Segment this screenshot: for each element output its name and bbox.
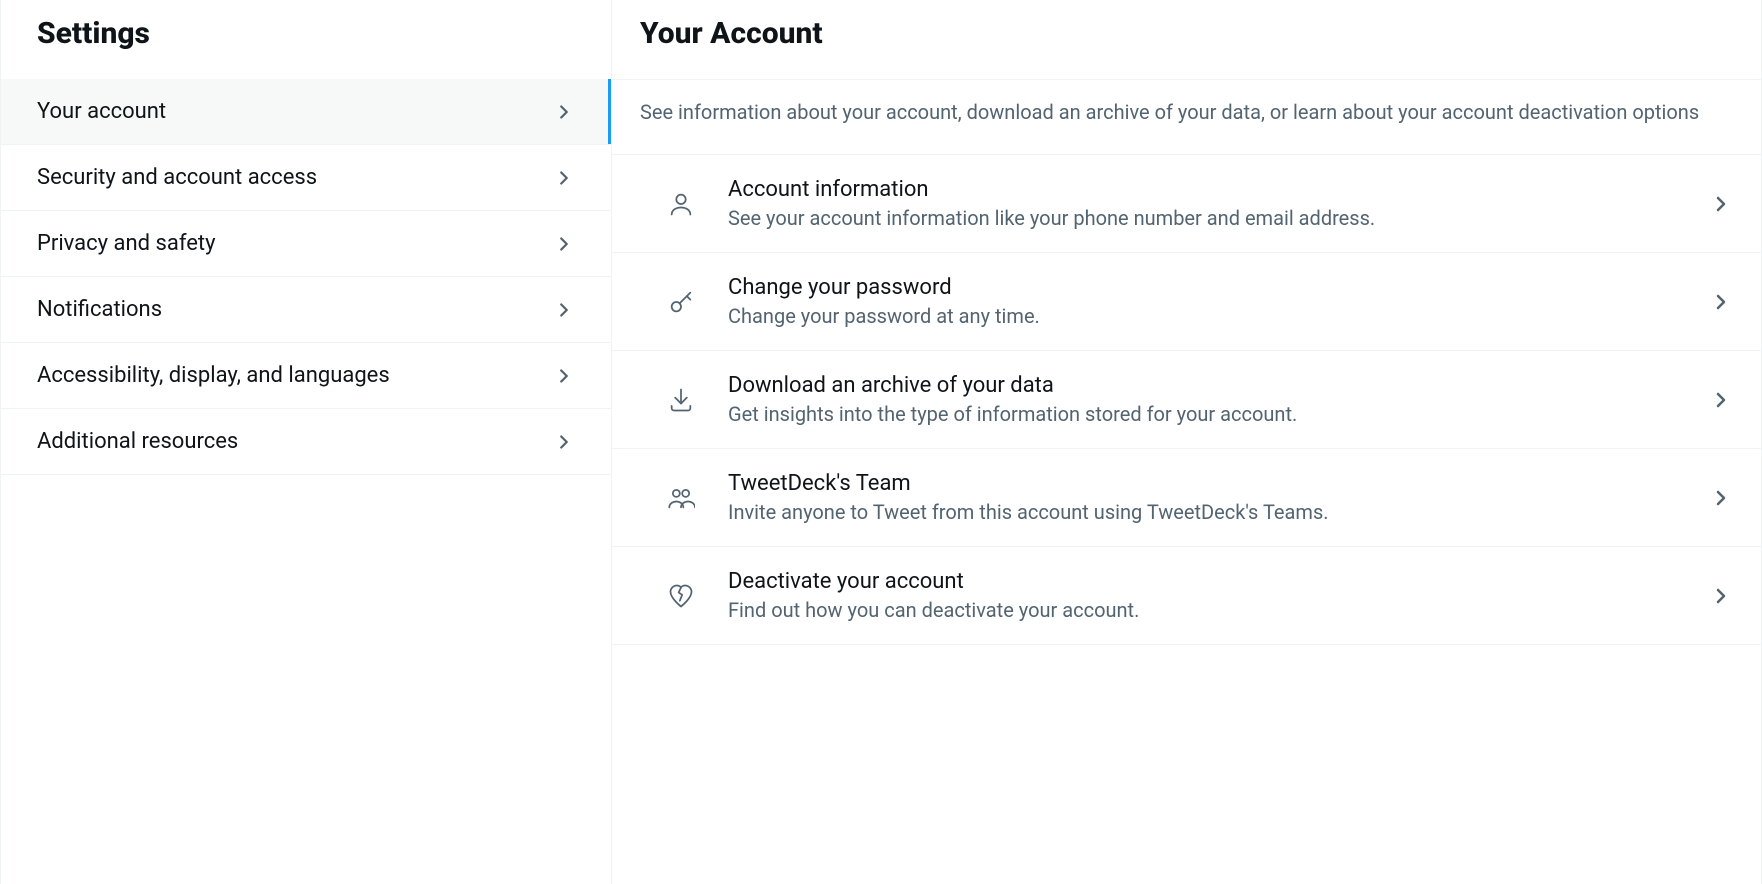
option-title: Account information xyxy=(728,177,1709,202)
option-subtitle: Invite anyone to Tweet from this account… xyxy=(728,500,1709,524)
main-header: Your Account xyxy=(612,0,1761,79)
option-content: Change your password Change your passwor… xyxy=(728,275,1709,328)
option-subtitle: Get insights into the type of informatio… xyxy=(728,402,1709,426)
chevron-right-icon xyxy=(553,299,575,321)
option-subtitle: See your account information like your p… xyxy=(728,206,1709,230)
main-description: See information about your account, down… xyxy=(612,79,1761,154)
option-subtitle: Find out how you can deactivate your acc… xyxy=(728,598,1709,622)
chevron-right-icon xyxy=(553,431,575,453)
chevron-right-icon xyxy=(553,233,575,255)
main-panel: Your Account See information about your … xyxy=(612,0,1762,884)
sidebar-item-privacy[interactable]: Privacy and safety xyxy=(1,211,611,277)
option-subtitle: Change your password at any time. xyxy=(728,304,1709,328)
option-title: Download an archive of your data xyxy=(728,373,1709,398)
chevron-right-icon xyxy=(1709,192,1733,216)
sidebar-item-label: Notifications xyxy=(37,297,162,322)
option-content: Deactivate your account Find out how you… xyxy=(728,569,1709,622)
chevron-right-icon xyxy=(1709,584,1733,608)
sidebar-item-security[interactable]: Security and account access xyxy=(1,145,611,211)
option-title: TweetDeck's Team xyxy=(728,471,1709,496)
chevron-right-icon xyxy=(1709,388,1733,412)
sidebar-header: Settings xyxy=(1,0,611,79)
settings-title: Settings xyxy=(37,16,575,51)
chevron-right-icon xyxy=(1709,486,1733,510)
sidebar-item-notifications[interactable]: Notifications xyxy=(1,277,611,343)
sidebar-item-label: Security and account access xyxy=(37,165,317,190)
main-title: Your Account xyxy=(640,16,1733,51)
key-icon xyxy=(660,288,702,316)
settings-sidebar: Settings Your account Security and accou… xyxy=(0,0,612,884)
heartbreak-icon xyxy=(660,582,702,610)
option-deactivate-account[interactable]: Deactivate your account Find out how you… xyxy=(612,546,1761,645)
chevron-right-icon xyxy=(553,167,575,189)
person-icon xyxy=(660,190,702,218)
option-title: Deactivate your account xyxy=(728,569,1709,594)
option-download-archive[interactable]: Download an archive of your data Get ins… xyxy=(612,350,1761,448)
sidebar-item-label: Additional resources xyxy=(37,429,238,454)
sidebar-item-label: Your account xyxy=(37,99,166,124)
download-icon xyxy=(660,386,702,414)
people-icon xyxy=(660,484,702,512)
option-content: TweetDeck's Team Invite anyone to Tweet … xyxy=(728,471,1709,524)
option-title: Change your password xyxy=(728,275,1709,300)
chevron-right-icon xyxy=(553,365,575,387)
sidebar-item-your-account[interactable]: Your account xyxy=(1,79,611,145)
sidebar-item-additional-resources[interactable]: Additional resources xyxy=(1,409,611,475)
chevron-right-icon xyxy=(1709,290,1733,314)
sidebar-item-accessibility[interactable]: Accessibility, display, and languages xyxy=(1,343,611,409)
sidebar-item-label: Privacy and safety xyxy=(37,231,216,256)
sidebar-item-label: Accessibility, display, and languages xyxy=(37,363,390,388)
option-account-information[interactable]: Account information See your account inf… xyxy=(612,154,1761,252)
chevron-right-icon xyxy=(553,101,575,123)
option-tweetdeck-team[interactable]: TweetDeck's Team Invite anyone to Tweet … xyxy=(612,448,1761,546)
option-change-password[interactable]: Change your password Change your passwor… xyxy=(612,252,1761,350)
option-content: Account information See your account inf… xyxy=(728,177,1709,230)
option-content: Download an archive of your data Get ins… xyxy=(728,373,1709,426)
